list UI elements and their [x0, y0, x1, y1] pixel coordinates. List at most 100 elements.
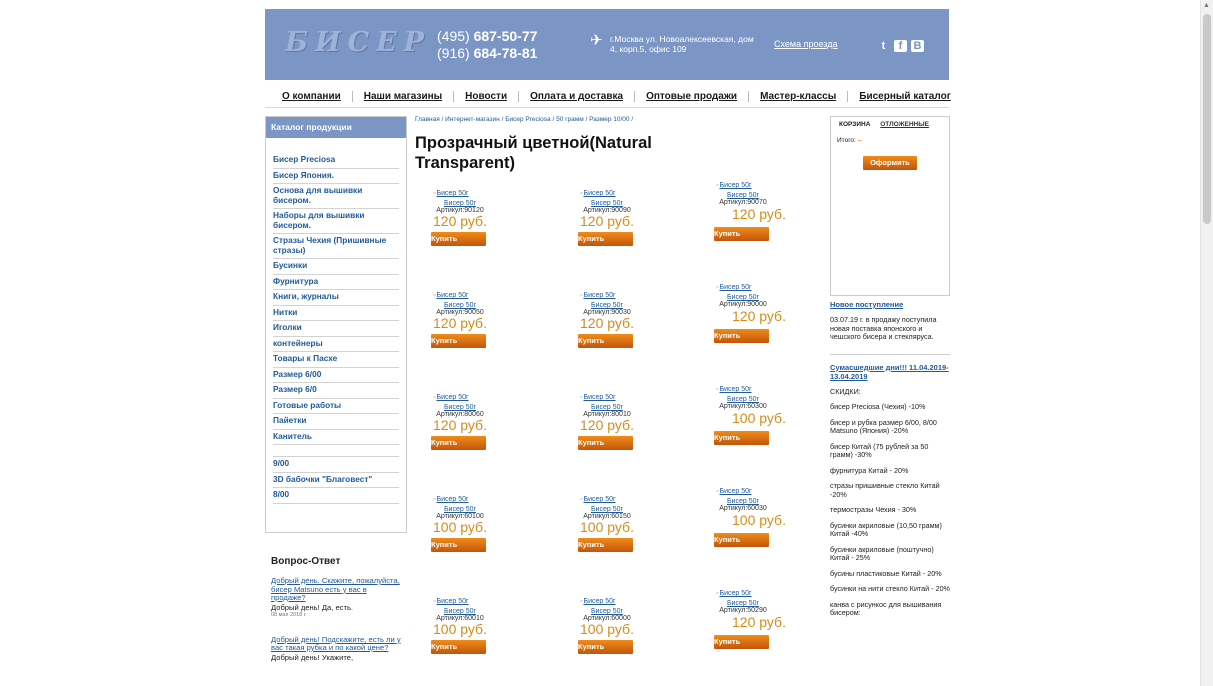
product-image[interactable]: Бисер 50г — [714, 386, 804, 393]
catalog-item[interactable]: Иголки — [273, 321, 399, 337]
product-name[interactable]: Бисер 50г — [578, 200, 636, 207]
buy-button[interactable]: Купить — [431, 232, 486, 246]
twitter-icon[interactable]: t — [877, 40, 890, 52]
nav-masterclasses[interactable]: Мастер-классы — [749, 91, 849, 102]
product-name[interactable]: Бисер 50г — [431, 302, 489, 309]
breadcrumb-size[interactable]: Размер 10/00 — [589, 116, 629, 123]
buy-button[interactable]: Купить — [578, 436, 633, 450]
product-name[interactable]: Бисер 50г — [714, 192, 772, 199]
promo-heading[interactable]: Сумасшедшие дни!!! 11.04.2019-13.04.2019 — [830, 363, 950, 381]
product-image[interactable]: Бисер 50г — [578, 394, 668, 401]
product-image[interactable]: Бисер 50г — [578, 598, 668, 605]
scroll-up-icon[interactable]: ▲ — [1203, 2, 1210, 9]
product-name[interactable]: Бисер 50г — [431, 506, 489, 513]
catalog-item[interactable]: Канитель — [273, 430, 399, 445]
catalog-item[interactable]: Нитки — [273, 306, 399, 321]
catalog-item[interactable]: Бисер Preciosa — [273, 153, 399, 169]
product-price: 100 руб. — [732, 410, 786, 426]
product-name[interactable]: Бисер 50г — [714, 294, 772, 301]
catalog-item[interactable]: Бисер Япония. — [273, 169, 399, 184]
buy-button[interactable]: Купить — [578, 538, 633, 552]
catalog-item[interactable]: Наборы для вышивки бисером. — [273, 209, 399, 234]
product-price: 120 руб. — [580, 417, 634, 433]
catalog-item[interactable]: Товары к Пасхе — [273, 352, 399, 368]
tab-cart[interactable]: КОРЗИНА — [831, 117, 870, 128]
breadcrumb-50g[interactable]: 50 грамм — [556, 116, 584, 123]
product-price: 120 руб. — [732, 308, 786, 324]
catalog-item[interactable]: 9/00 — [273, 457, 399, 473]
product-card: Бисер 50гБисер 50гАртикул:80010120 руб.К… — [578, 394, 668, 450]
catalog-item[interactable]: Фурнитура — [273, 275, 399, 290]
buy-button[interactable]: Купить — [431, 538, 486, 552]
catalog-item[interactable]: Бусинки — [273, 259, 399, 275]
product-image[interactable]: Бисер 50г — [578, 292, 668, 299]
faq-question[interactable]: Добрый день. Скажите, пожалуйста, бисер … — [271, 576, 401, 603]
product-image[interactable]: Бисер 50г — [714, 488, 804, 495]
product-image[interactable]: Бисер 50г — [578, 496, 668, 503]
catalog-item[interactable]: Книги, журналы — [273, 290, 399, 306]
discount-item: бусинки акриловые (поштучно) Китай - 25% — [830, 544, 934, 562]
checkout-button[interactable]: Оформить — [863, 156, 917, 170]
news-heading[interactable]: Новое поступление — [830, 300, 950, 309]
buy-button[interactable]: Купить — [714, 533, 769, 547]
buy-button[interactable]: Купить — [714, 431, 769, 445]
buy-button[interactable]: Купить — [578, 640, 633, 654]
nav-shops[interactable]: Наши магазины — [353, 91, 455, 102]
buy-button[interactable]: Купить — [714, 227, 769, 241]
product-name[interactable]: Бисер 50г — [578, 506, 636, 513]
catalog-item[interactable]: Размер 6/00 — [273, 368, 399, 383]
buy-button[interactable]: Купить — [578, 232, 633, 246]
product-image[interactable]: Бисер 50г — [714, 182, 804, 189]
product-image[interactable]: Бисер 50г — [431, 496, 521, 503]
buy-button[interactable]: Купить — [578, 334, 633, 348]
buy-button[interactable]: Купить — [714, 329, 769, 343]
scrollbar-thumb[interactable] — [1203, 14, 1211, 224]
product-name[interactable]: Бисер 50г — [431, 200, 489, 207]
product-image[interactable]: Бисер 50г — [431, 190, 521, 197]
catalog-item[interactable]: Стразы Чехия (Пришивные стразы) — [273, 234, 399, 259]
product-name[interactable]: Бисер 50г — [714, 498, 772, 505]
product-name[interactable]: Бисер 50г — [431, 404, 489, 411]
product-image[interactable]: Бисер 50г — [431, 394, 521, 401]
product-name[interactable]: Бисер 50г — [714, 396, 772, 403]
product-image[interactable]: Бисер 50г — [714, 590, 804, 597]
buy-button[interactable]: Купить — [431, 436, 486, 450]
phone-2[interactable]: 684-78-81 — [474, 45, 538, 61]
facebook-icon[interactable]: f — [894, 40, 907, 52]
route-map-link[interactable]: Схема проезда — [774, 39, 837, 49]
product-name[interactable]: Бисер 50г — [578, 404, 636, 411]
page-scrollbar[interactable]: ▲ — [1200, 0, 1213, 686]
catalog-item[interactable]: контейнеры — [273, 337, 399, 352]
nav-payment[interactable]: Оплата и доставка — [519, 91, 636, 102]
catalog-item[interactable]: Размер 6/0 — [273, 383, 399, 399]
product-image[interactable]: Бисер 50г — [714, 284, 804, 291]
tab-deferred[interactable]: ОТЛОЖЕННЫЕ — [872, 117, 929, 128]
nav-catalog[interactable]: Бисерный каталог — [848, 91, 962, 102]
breadcrumb-shop[interactable]: Интернет-магазин — [445, 116, 500, 123]
catalog-item[interactable]: Основа для вышивки бисером. — [273, 184, 399, 209]
product-image[interactable]: Бисер 50г — [431, 598, 521, 605]
breadcrumb-home[interactable]: Главная — [415, 116, 440, 123]
catalog-item[interactable] — [273, 445, 399, 457]
phone-1[interactable]: 687-50-77 — [474, 28, 538, 44]
product-name[interactable]: Бисер 50г — [431, 608, 489, 615]
product-name[interactable]: Бисер 50г — [578, 608, 636, 615]
buy-button[interactable]: Купить — [714, 635, 769, 649]
product-name[interactable]: Бисер 50г — [578, 302, 636, 309]
nav-about[interactable]: О компании — [282, 91, 353, 102]
catalog-item[interactable]: Пайетки — [273, 414, 399, 430]
catalog-item[interactable]: Готовые работы — [273, 399, 399, 414]
site-logo[interactable]: БИСЕР — [285, 27, 431, 58]
vk-icon[interactable]: B — [911, 40, 924, 52]
buy-button[interactable]: Купить — [431, 334, 486, 348]
nav-wholesale[interactable]: Оптовые продажи — [635, 91, 750, 102]
breadcrumb-preciosa[interactable]: Бисер Preciosa — [505, 116, 550, 123]
buy-button[interactable]: Купить — [431, 640, 486, 654]
product-name[interactable]: Бисер 50г — [714, 600, 772, 607]
catalog-item[interactable]: 3D бабочки "Благовест" — [273, 473, 399, 488]
faq-question[interactable]: Добрый день! Подскажите, есть ли у вас т… — [271, 635, 401, 653]
product-image[interactable]: Бисер 50г — [578, 190, 668, 197]
nav-news[interactable]: Новости — [454, 91, 520, 102]
catalog-item[interactable]: 8/00 — [273, 488, 399, 504]
product-image[interactable]: Бисер 50г — [431, 292, 521, 299]
